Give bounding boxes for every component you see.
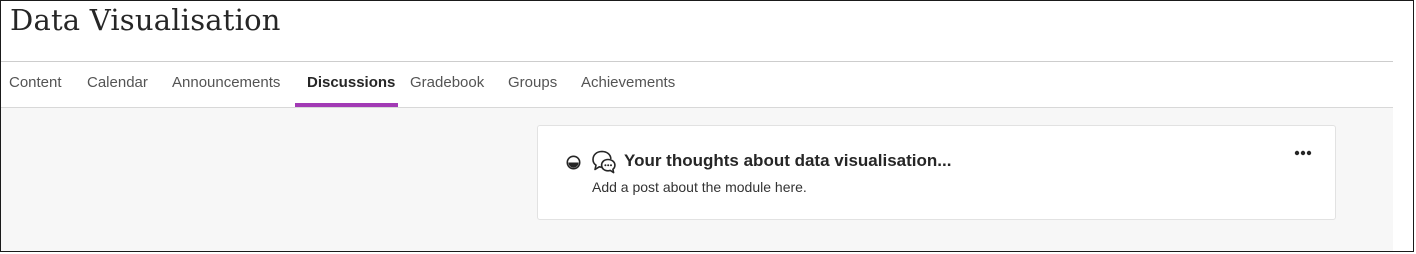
tab-groups[interactable]: Groups: [508, 62, 557, 107]
tab-achievements[interactable]: Achievements: [581, 62, 675, 107]
course-window: Data Visualisation Content Calendar Anno…: [0, 0, 1414, 252]
discussion-description: Add a post about the module here.: [592, 179, 807, 195]
discussions-content-area: Your thoughts about data visualisation..…: [1, 108, 1393, 251]
discussion-bubbles-icon: [591, 149, 617, 175]
page-title: Data Visualisation: [10, 3, 281, 37]
tab-gradebook[interactable]: Gradebook: [410, 62, 484, 107]
discussion-card: Your thoughts about data visualisation..…: [537, 125, 1336, 220]
active-tab-indicator: [295, 103, 398, 107]
tab-content[interactable]: Content: [9, 62, 62, 107]
more-options-icon[interactable]: [1290, 144, 1316, 162]
tab-discussions[interactable]: Discussions: [307, 62, 395, 107]
discussion-title-link[interactable]: Your thoughts about data visualisation..…: [624, 150, 951, 172]
tab-calendar[interactable]: Calendar: [87, 62, 148, 107]
tab-announcements[interactable]: Announcements: [172, 62, 280, 107]
course-tab-bar: Content Calendar Announcements Discussio…: [1, 62, 1393, 108]
half-visibility-icon[interactable]: [566, 155, 581, 170]
